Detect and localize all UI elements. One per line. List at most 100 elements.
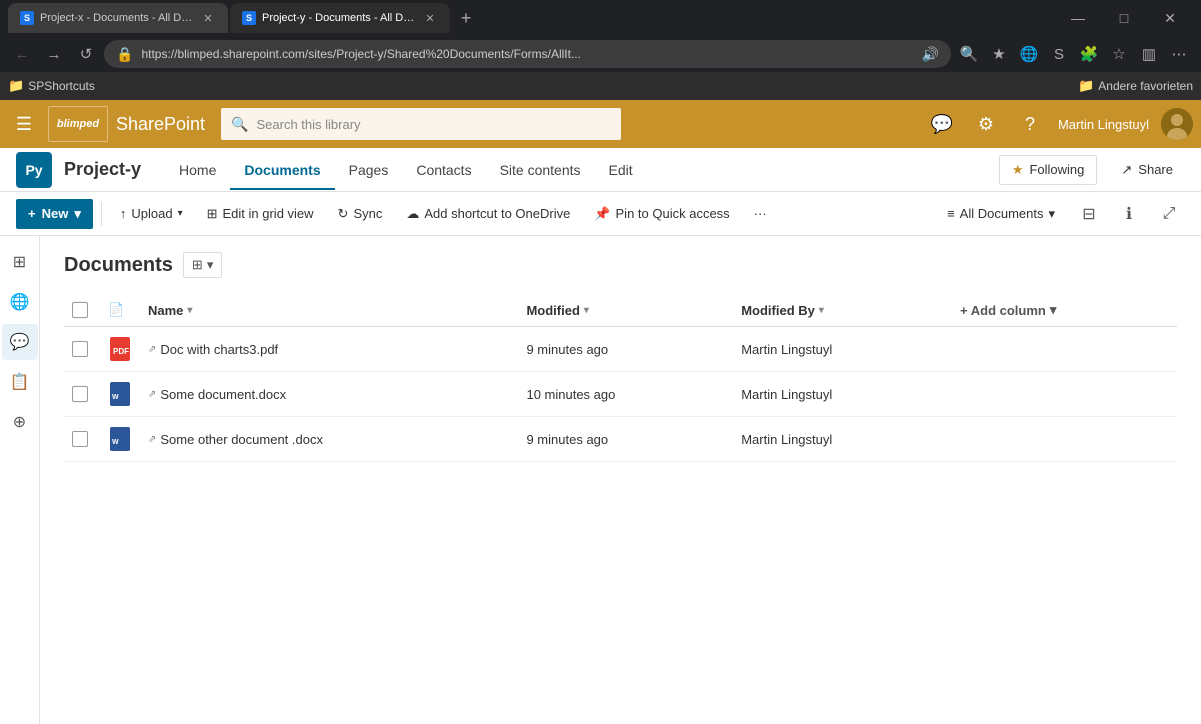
select-all-checkbox[interactable] <box>72 302 88 318</box>
name-sort-arrow: ▾ <box>187 305 192 316</box>
modified-by-sort[interactable]: Modified By ▾ <box>741 303 936 318</box>
back-button[interactable]: ← <box>8 40 36 68</box>
sp-logo[interactable]: blimped <box>48 106 108 142</box>
read-aloud-icon: 🔊 <box>922 46 939 63</box>
tab-close-1[interactable]: ✕ <box>200 10 216 26</box>
more-icon[interactable]: ⋯ <box>1165 40 1193 68</box>
file-name-link-0[interactable]: Doc with charts3.pdf <box>160 342 278 357</box>
sp-topbar: ☰ blimped SharePoint 🔍 Search this libra… <box>0 100 1201 148</box>
leftnav-list[interactable]: 📋 <box>2 364 38 400</box>
nav-contacts[interactable]: Contacts <box>402 150 485 190</box>
file-type-cell-0: PDF <box>104 327 136 372</box>
leftnav-apps[interactable]: ⊞ <box>2 244 38 280</box>
sp-leftnav: ⊞ 🌐 💬 📋 ⊕ <box>0 236 40 724</box>
share-button[interactable]: ↗ Share <box>1109 156 1185 184</box>
favorites-icon[interactable]: ★ <box>985 40 1013 68</box>
following-button[interactable]: ★ Following <box>999 155 1098 185</box>
th-modified[interactable]: Modified ▾ <box>514 294 729 327</box>
browser-tab-2[interactable]: S Project-y - Documents - All Doc... ✕ <box>230 3 450 33</box>
url-bar[interactable]: 🔒 https://blimped.sharepoint.com/sites/P… <box>104 40 951 68</box>
sidebar-icon[interactable]: ▥ <box>1135 40 1163 68</box>
svg-text:W: W <box>112 394 119 401</box>
add-onedrive-button[interactable]: ☁ Add shortcut to OneDrive <box>396 200 580 228</box>
chat-icon[interactable]: 💬 <box>926 108 958 140</box>
leftnav-globe[interactable]: 🌐 <box>2 284 38 320</box>
file-modified-by-0: Martin Lingstuyl <box>729 327 948 372</box>
table-row[interactable]: W ⇗Some document.docx10 minutes agoMarti… <box>64 372 1177 417</box>
nav-site-contents[interactable]: Site contents <box>486 150 595 190</box>
upload-label: Upload <box>131 206 172 221</box>
row-checkbox-0[interactable] <box>64 327 104 372</box>
fav-andere[interactable]: 📁 Andere favorieten <box>1078 78 1193 94</box>
row-checkbox-1[interactable] <box>64 372 104 417</box>
file-name-cell-0[interactable]: ⇗Doc with charts3.pdf <box>136 327 514 372</box>
name-col-label: Name <box>148 303 183 318</box>
file-table-body: PDF ⇗Doc with charts3.pdf9 minutes agoMa… <box>64 327 1177 462</box>
profile-icon[interactable]: S <box>1045 40 1073 68</box>
table-row[interactable]: PDF ⇗Doc with charts3.pdf9 minutes agoMa… <box>64 327 1177 372</box>
fav-spshortcuts[interactable]: 📁 SPShortcuts <box>8 78 95 94</box>
sp-site-logo-text: Py <box>25 162 42 178</box>
close-button[interactable]: ✕ <box>1147 3 1193 33</box>
zoom-icon[interactable]: 🔍 <box>955 40 983 68</box>
th-name[interactable]: Name ▾ <box>136 294 514 327</box>
info-icon: ℹ <box>1126 204 1132 224</box>
favorites-star-icon[interactable]: ☆ <box>1105 40 1133 68</box>
th-modified-by[interactable]: Modified By ▾ <box>729 294 948 327</box>
help-icon[interactable]: ? <box>1014 108 1046 140</box>
more-button[interactable]: ··· <box>744 200 777 227</box>
view-toggle[interactable]: ⊞ ▾ <box>183 252 222 278</box>
minimize-button[interactable]: — <box>1055 3 1101 33</box>
edit-grid-button[interactable]: ⊞ Edit in grid view <box>197 200 324 228</box>
file-name-link-2[interactable]: Some other document .docx <box>160 432 323 447</box>
nav-documents[interactable]: Documents <box>230 150 334 190</box>
add-column-button[interactable]: + Add column ▾ <box>960 302 1165 318</box>
file-name-link-1[interactable]: Some document.docx <box>160 387 286 402</box>
new-dropdown-arrow: ▾ <box>74 206 81 222</box>
tab-close-2[interactable]: ✕ <box>422 10 438 26</box>
nav-home[interactable]: Home <box>165 150 230 190</box>
nav-edit[interactable]: Edit <box>595 150 647 190</box>
info-button[interactable]: ℹ <box>1113 198 1145 230</box>
new-tab-button[interactable]: + <box>452 4 480 32</box>
hamburger-menu[interactable]: ☰ <box>8 108 40 140</box>
view-selector[interactable]: ≡ All Documents ▾ <box>937 200 1065 228</box>
modified-sort-arrow: ▾ <box>584 305 589 316</box>
pin-label: Pin to Quick access <box>616 206 730 221</box>
nav-pages[interactable]: Pages <box>335 150 403 190</box>
upload-button[interactable]: ↑ Upload ▾ <box>110 200 193 227</box>
th-add-column[interactable]: + Add column ▾ <box>948 294 1177 327</box>
svg-text:PDF: PDF <box>113 347 129 356</box>
collections-icon[interactable]: 🌐 <box>1015 40 1043 68</box>
sp-search-bar[interactable]: 🔍 Search this library <box>221 108 621 140</box>
sp-site-title: Project-y <box>64 159 141 180</box>
file-checkbox-0[interactable] <box>72 341 88 357</box>
th-file-icon: 📄 <box>104 294 136 327</box>
user-avatar[interactable] <box>1161 108 1193 140</box>
maximize-button[interactable]: □ <box>1101 3 1147 33</box>
sync-button[interactable]: ↻ Sync <box>328 200 393 228</box>
redirect-icon: ⇗ <box>148 434 156 445</box>
file-name-cell-2[interactable]: ⇗ Some other document .docx <box>136 417 514 462</box>
table-row[interactable]: W ⇗Some other document .docx9 minutes ag… <box>64 417 1177 462</box>
extensions-icon[interactable]: 🧩 <box>1075 40 1103 68</box>
name-sort[interactable]: Name ▾ <box>148 303 502 318</box>
file-name-cell-1[interactable]: ⇗Some document.docx <box>136 372 514 417</box>
expand-button[interactable]: ⤢ <box>1153 198 1185 230</box>
new-button[interactable]: + New ▾ <box>16 199 93 229</box>
settings-icon[interactable]: ⚙ <box>970 108 1002 140</box>
refresh-button[interactable]: ↺ <box>72 40 100 68</box>
th-checkbox[interactable] <box>64 294 104 327</box>
forward-button[interactable]: → <box>40 40 68 68</box>
pin-quick-access-button[interactable]: 📌 Pin to Quick access <box>584 200 739 228</box>
file-checkbox-1[interactable] <box>72 386 88 402</box>
browser-tab-1[interactable]: S Project-x - Documents - All Doc... ✕ <box>8 3 228 33</box>
row-checkbox-2[interactable] <box>64 417 104 462</box>
modified-sort[interactable]: Modified ▾ <box>526 303 717 318</box>
leftnav-add[interactable]: ⊕ <box>2 404 38 440</box>
leftnav-docs[interactable]: 💬 <box>2 324 38 360</box>
file-type-cell-2: W <box>104 417 136 462</box>
file-checkbox-2[interactable] <box>72 431 88 447</box>
filter-button[interactable]: ⊟ <box>1073 198 1105 230</box>
file-modified-by-1: Martin Lingstuyl <box>729 372 948 417</box>
